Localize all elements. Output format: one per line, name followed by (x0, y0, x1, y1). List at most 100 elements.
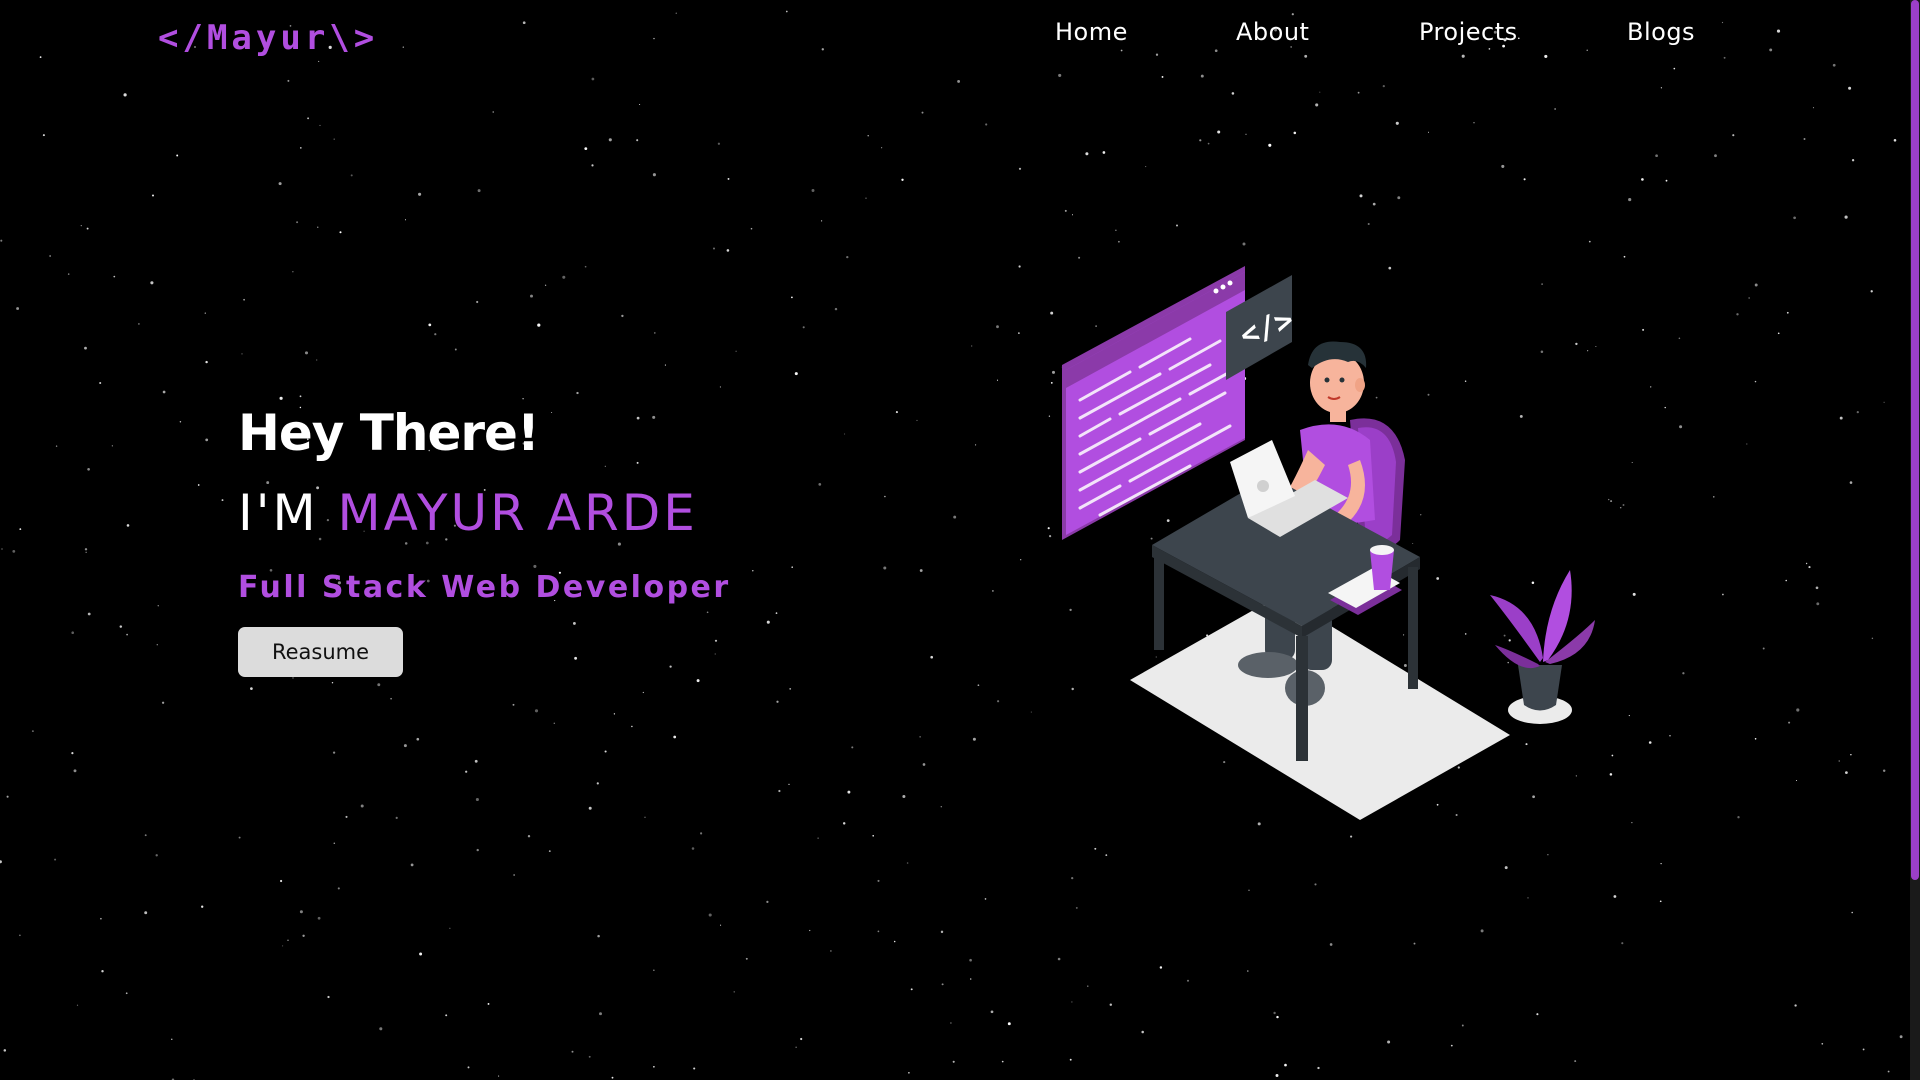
star (126, 633, 128, 636)
star (1, 548, 3, 550)
star (201, 905, 204, 908)
star (476, 848, 479, 852)
star (6, 795, 9, 798)
star (419, 952, 423, 956)
star (1527, 897, 1529, 899)
nav-about-link[interactable]: About (1236, 18, 1309, 46)
star (990, 1010, 994, 1014)
star (1870, 290, 1873, 293)
star (530, 294, 533, 298)
star (1329, 943, 1333, 946)
star (1732, 134, 1735, 137)
star (750, 227, 753, 230)
star (597, 934, 600, 938)
star (1217, 130, 1221, 134)
nav-projects-link[interactable]: Projects (1419, 18, 1518, 46)
star (316, 359, 318, 361)
star (877, 879, 880, 882)
star (673, 735, 677, 739)
star (969, 958, 972, 962)
star (571, 1050, 574, 1053)
star (299, 147, 302, 149)
nav-blogs-link[interactable]: Blogs (1627, 18, 1695, 46)
star (1588, 240, 1591, 243)
star (700, 832, 703, 835)
star (31, 730, 34, 733)
star (1619, 506, 1622, 509)
star (544, 284, 547, 286)
site-logo[interactable]: </Mayur\> (158, 18, 378, 58)
star (693, 1067, 696, 1070)
star (332, 751, 336, 754)
star (1631, 822, 1633, 824)
star (126, 524, 130, 527)
star (778, 789, 781, 793)
page-scrollbar-thumb[interactable] (1911, 0, 1919, 880)
star (653, 37, 655, 40)
star (1071, 214, 1074, 216)
star (410, 863, 414, 867)
star (1247, 970, 1249, 972)
star (428, 323, 432, 327)
star (1899, 1035, 1903, 1039)
star (49, 255, 51, 257)
star (1786, 311, 1789, 314)
star (379, 1027, 383, 1031)
star (1665, 179, 1668, 182)
star (205, 438, 209, 442)
star (865, 197, 867, 199)
star (588, 1055, 591, 1058)
star (1159, 966, 1163, 969)
star (197, 484, 200, 486)
star (287, 79, 290, 82)
star (908, 1071, 910, 1074)
star (1628, 198, 1632, 202)
star (1862, 1048, 1865, 1051)
star (611, 1076, 614, 1079)
star (1248, 889, 1250, 892)
star (834, 307, 838, 311)
star (940, 805, 943, 808)
star (1145, 166, 1147, 168)
star (1199, 139, 1202, 142)
star (1395, 121, 1399, 125)
star (19, 934, 21, 937)
star (1574, 1060, 1577, 1063)
star (766, 900, 769, 904)
star (940, 930, 944, 934)
star (1382, 84, 1385, 88)
star (1713, 496, 1715, 498)
star (1737, 816, 1740, 819)
resume-button[interactable]: Reasume (238, 627, 403, 677)
star (512, 703, 515, 706)
star (653, 1066, 655, 1068)
star (250, 687, 253, 690)
star (726, 249, 730, 252)
hero-page: </Mayur\> Home About Projects Blogs Hey … (0, 0, 1920, 1080)
star (99, 381, 102, 385)
star (1821, 1042, 1824, 1045)
star (467, 1066, 470, 1069)
star (867, 135, 869, 137)
star (696, 679, 700, 683)
star (1109, 1003, 1113, 1006)
star (1186, 979, 1190, 982)
nav-home-link[interactable]: Home (1055, 18, 1128, 46)
star (708, 913, 712, 917)
star (720, 924, 722, 926)
star (534, 709, 539, 713)
star (73, 769, 77, 773)
star (985, 123, 988, 126)
star (100, 917, 102, 920)
star (19, 528, 22, 531)
star (280, 879, 283, 883)
star (1030, 711, 1032, 713)
star (562, 275, 566, 279)
page-scrollbar[interactable] (1910, 0, 1920, 1080)
star (851, 746, 854, 749)
star (1673, 67, 1676, 70)
star (1746, 443, 1748, 445)
star (71, 631, 74, 634)
star (474, 759, 478, 763)
star (296, 221, 299, 224)
